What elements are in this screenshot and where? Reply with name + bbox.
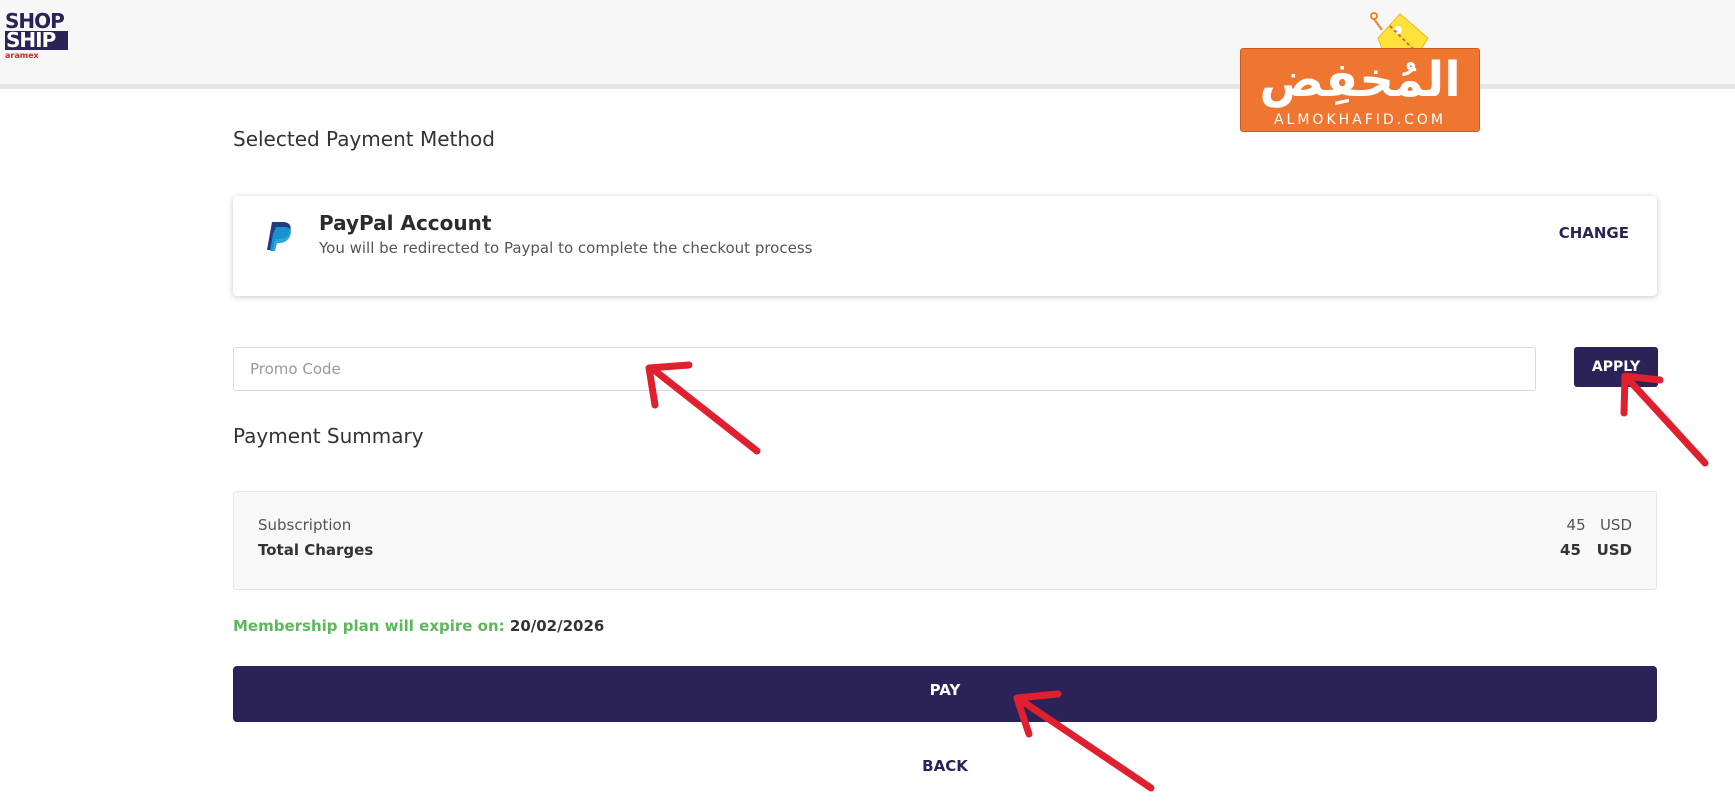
selected-payment-method-heading: Selected Payment Method	[233, 127, 495, 151]
payment-summary-heading: Payment Summary	[233, 424, 424, 448]
summary-row-value: 45 USD	[1560, 541, 1632, 559]
change-payment-method-button[interactable]: CHANGE	[1559, 224, 1629, 242]
shop-and-ship-logo[interactable]: SHOP SHIP aramex	[5, 11, 69, 64]
summary-row-subscription: Subscription 45 USD	[258, 516, 1632, 534]
paypal-icon	[267, 222, 291, 251]
arrow-icon-apply	[1620, 372, 1709, 467]
watermark-latin-text: ALMOKHAFID.COM	[1273, 112, 1447, 128]
logo-text-ship: SHIP	[5, 30, 68, 50]
apply-promo-button[interactable]: APPLY	[1574, 347, 1658, 387]
summary-row-currency: USD	[1599, 516, 1632, 534]
summary-row-value: 45 USD	[1567, 516, 1632, 534]
almokhafid-watermark: المُخفِض ALMOKHAFID.COM	[1240, 48, 1480, 132]
membership-expiry-date: 20/02/2026	[509, 617, 605, 635]
back-button[interactable]: BACK	[900, 757, 990, 775]
summary-row-amount: 45	[1566, 516, 1586, 534]
paypal-redirect-description: You will be redirected to Paypal to comp…	[319, 239, 813, 257]
payment-method-card: PayPal Account You will be redirected to…	[233, 196, 1657, 296]
logo-text-aramex: aramex	[5, 51, 39, 60]
watermark-arabic-text: المُخفِض	[1259, 52, 1461, 108]
summary-row-label: Total Charges	[258, 541, 374, 559]
pay-button[interactable]: PAY	[233, 666, 1657, 722]
promo-code-input[interactable]	[233, 347, 1536, 391]
summary-row-currency: USD	[1596, 541, 1632, 559]
summary-row-total-charges: Total Charges 45 USD	[258, 541, 1632, 559]
membership-expiry-label: Membership plan will expire on:	[233, 617, 505, 635]
summary-row-amount: 45	[1560, 541, 1581, 559]
payment-summary-box: Subscription 45 USD Total Charges 45 USD	[233, 491, 1657, 590]
summary-row-label: Subscription	[258, 516, 352, 534]
paypal-account-title: PayPal Account	[319, 211, 492, 235]
membership-expiry: Membership plan will expire on: 20/02/20…	[233, 617, 604, 635]
